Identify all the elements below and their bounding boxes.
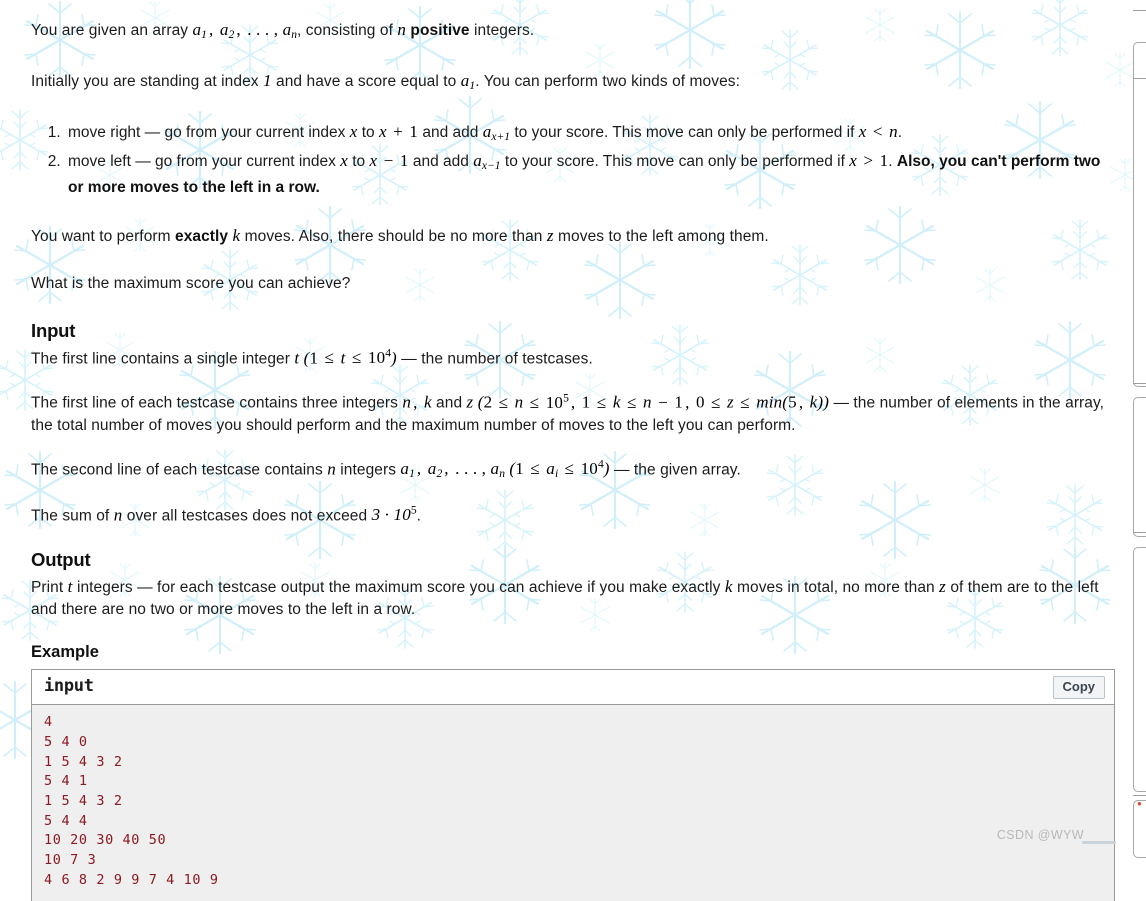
problem-statement: You are given an array a1, a2, . . . , a… xyxy=(0,0,1120,901)
sample-tests: input Copy 4 5 4 0 1 5 4 3 2 5 4 1 1 5 4… xyxy=(31,669,1115,901)
text-intro-mid: , consisting of xyxy=(297,22,398,39)
text-p1-pre: The first line contains a single integer xyxy=(31,350,295,368)
right-edge-panel-top[interactable] xyxy=(1133,42,1146,387)
math-z: z xyxy=(546,225,554,245)
text-p3-post: — the given array. xyxy=(609,461,741,479)
right-edge-divider-4 xyxy=(1133,532,1146,533)
math-x-minus-1: x − 1 xyxy=(369,151,409,171)
right-edge-panel-bottom[interactable] xyxy=(1133,800,1146,858)
text-exactly-post: moves to the left among them. xyxy=(553,227,769,245)
text-positive-bold: positive xyxy=(410,22,470,39)
sample-input-text[interactable]: 4 5 4 0 1 5 4 3 2 5 4 1 1 5 4 3 2 5 4 4 … xyxy=(44,713,1102,890)
move-right-and-add: and add xyxy=(418,124,483,142)
text-p4-mid: over all testcases does not exceed xyxy=(122,507,372,524)
input-section: Input The first line contains a single i… xyxy=(31,320,1106,527)
math-z-var: z xyxy=(466,392,474,412)
right-edge-divider-5 xyxy=(1133,795,1146,796)
output-heading: Output xyxy=(31,549,91,571)
paragraph-array-intro: You are given an array a1, a2, . . . , a… xyxy=(31,18,1106,44)
notification-dot-icon: ● xyxy=(1137,799,1142,808)
text-out-mid: integers — for each testcase output the … xyxy=(72,579,725,597)
text-p4-pre: The sum of xyxy=(31,507,114,524)
math-array-list: a1, a2, . . . , an xyxy=(400,459,505,481)
math-3-times-10-5: 3 · 105 xyxy=(371,503,417,524)
math-t-range: (1 ≤ t ≤ 104) xyxy=(303,346,397,368)
text-p2-and: and xyxy=(431,394,467,412)
move-right-tail: to your score. This move can only be per… xyxy=(510,124,859,142)
text-intro-pre: You are given an array xyxy=(31,22,193,39)
math-a-x-plus-1: ax+1 xyxy=(482,122,511,144)
math-z-out: z xyxy=(939,577,946,597)
right-edge-divider-1 xyxy=(1133,10,1146,11)
move-left-period: . xyxy=(888,153,897,171)
right-edge-panel-lower[interactable] xyxy=(1133,547,1146,792)
list-item-move-right: move right — go from your current index … xyxy=(65,119,1106,146)
paragraph-question: What is the maximum score you can achiev… xyxy=(31,274,351,292)
sample-test-input: input Copy 4 5 4 0 1 5 4 3 2 5 4 1 1 5 4… xyxy=(31,669,1115,901)
move-right-lead: move right — go from your current index xyxy=(68,124,350,142)
paragraph-exactly-k-moves: You want to perform exactly k moves. Als… xyxy=(31,224,1106,248)
text-p1-post: — the number of testcases. xyxy=(396,350,593,368)
math-index-one: 1 xyxy=(262,70,272,90)
move-right-to: to xyxy=(357,124,379,142)
text-out-pre: Print xyxy=(31,579,68,597)
move-left-and-add: and add xyxy=(408,153,474,171)
paragraph-input-t: The first line contains a single integer… xyxy=(31,346,1106,370)
right-edge-scroll-handle[interactable] xyxy=(1082,841,1116,844)
text-exactly-bold: exactly xyxy=(175,227,229,245)
math-n-k: n, k xyxy=(402,392,432,412)
text-p3-pre: The second line of each testcase contain… xyxy=(31,461,328,479)
text-exactly-pre: You want to perform xyxy=(31,227,176,245)
list-item-move-left: move left — go from your current index x… xyxy=(65,148,1106,199)
math-n: n xyxy=(397,20,407,39)
paragraph-input-sum-n: The sum of n over all testcases does not… xyxy=(31,503,1106,527)
math-n-count: n xyxy=(327,459,336,479)
math-ai-range: (1 ≤ ai ≤ 104) xyxy=(509,457,610,481)
text-init-post: . You can perform two kinds of moves: xyxy=(475,72,740,90)
math-nkz-range: (2 ≤ n ≤ 105, 1 ≤ k ≤ n − 1, 0 ≤ z ≤ min… xyxy=(477,391,830,412)
paragraph-initial-position: Initially you are standing at index 1 an… xyxy=(31,69,1106,95)
math-a1: a1 xyxy=(460,70,476,92)
text-p2-pre: The first line of each testcase contains… xyxy=(31,394,403,412)
sample-input-body: 4 5 4 0 1 5 4 3 2 5 4 1 1 5 4 3 2 5 4 4 … xyxy=(32,705,1114,901)
move-right-period: . xyxy=(897,124,903,142)
move-left-to: to xyxy=(347,153,370,171)
math-x-left: x xyxy=(340,151,348,171)
math-a-x-minus-1: ax−1 xyxy=(473,151,501,173)
math-k-out: k xyxy=(724,577,733,597)
moves-list: move right — go from your current index … xyxy=(31,119,1106,199)
paragraph-input-array: The second line of each testcase contain… xyxy=(31,457,1106,483)
right-edge-divider-3 xyxy=(1133,383,1146,384)
text-init-pre: Initially you are standing at index xyxy=(31,72,263,90)
text-intro-post: integers. xyxy=(469,22,535,39)
input-heading: Input xyxy=(31,319,76,341)
text-out-mid2: moves in total, no more than xyxy=(732,579,940,597)
text-init-mid: and have a score equal to xyxy=(271,72,461,90)
text-p3-mid: integers xyxy=(335,461,401,479)
move-left-tail: to your score. This move can only be per… xyxy=(500,153,850,171)
output-section: Output Print t integers — for each testc… xyxy=(31,549,1106,621)
math-x-plus-1: x + 1 xyxy=(378,122,419,142)
text-p4-post: . xyxy=(416,507,422,524)
csdn-watermark: CSDN @WYW xyxy=(996,828,1084,842)
right-edge-panel-middle[interactable] xyxy=(1133,397,1146,537)
math-x-gt-1: x > 1 xyxy=(849,151,889,171)
example-heading: Example xyxy=(31,643,99,662)
example-section: Example input Copy 4 5 4 0 1 5 4 3 2 5 4… xyxy=(31,643,1115,901)
right-edge-divider-2 xyxy=(1133,78,1146,79)
sample-input-title: input xyxy=(44,676,94,697)
sample-input-header: input Copy xyxy=(32,670,1114,706)
math-array-a1-an: a1, a2, . . . , an xyxy=(192,20,298,42)
copy-button[interactable]: Copy xyxy=(1052,676,1105,699)
math-x-lt-n: x < n xyxy=(858,122,898,142)
text-exactly-mid: moves. Also, there should be no more tha… xyxy=(240,227,547,245)
move-left-lead: move left — go from your current index xyxy=(68,153,341,171)
paragraph-input-nkz: The first line of each testcase contains… xyxy=(31,390,1106,436)
math-t: t xyxy=(294,348,300,368)
paragraph-output-description: Print t integers — for each testcase out… xyxy=(31,575,1106,621)
